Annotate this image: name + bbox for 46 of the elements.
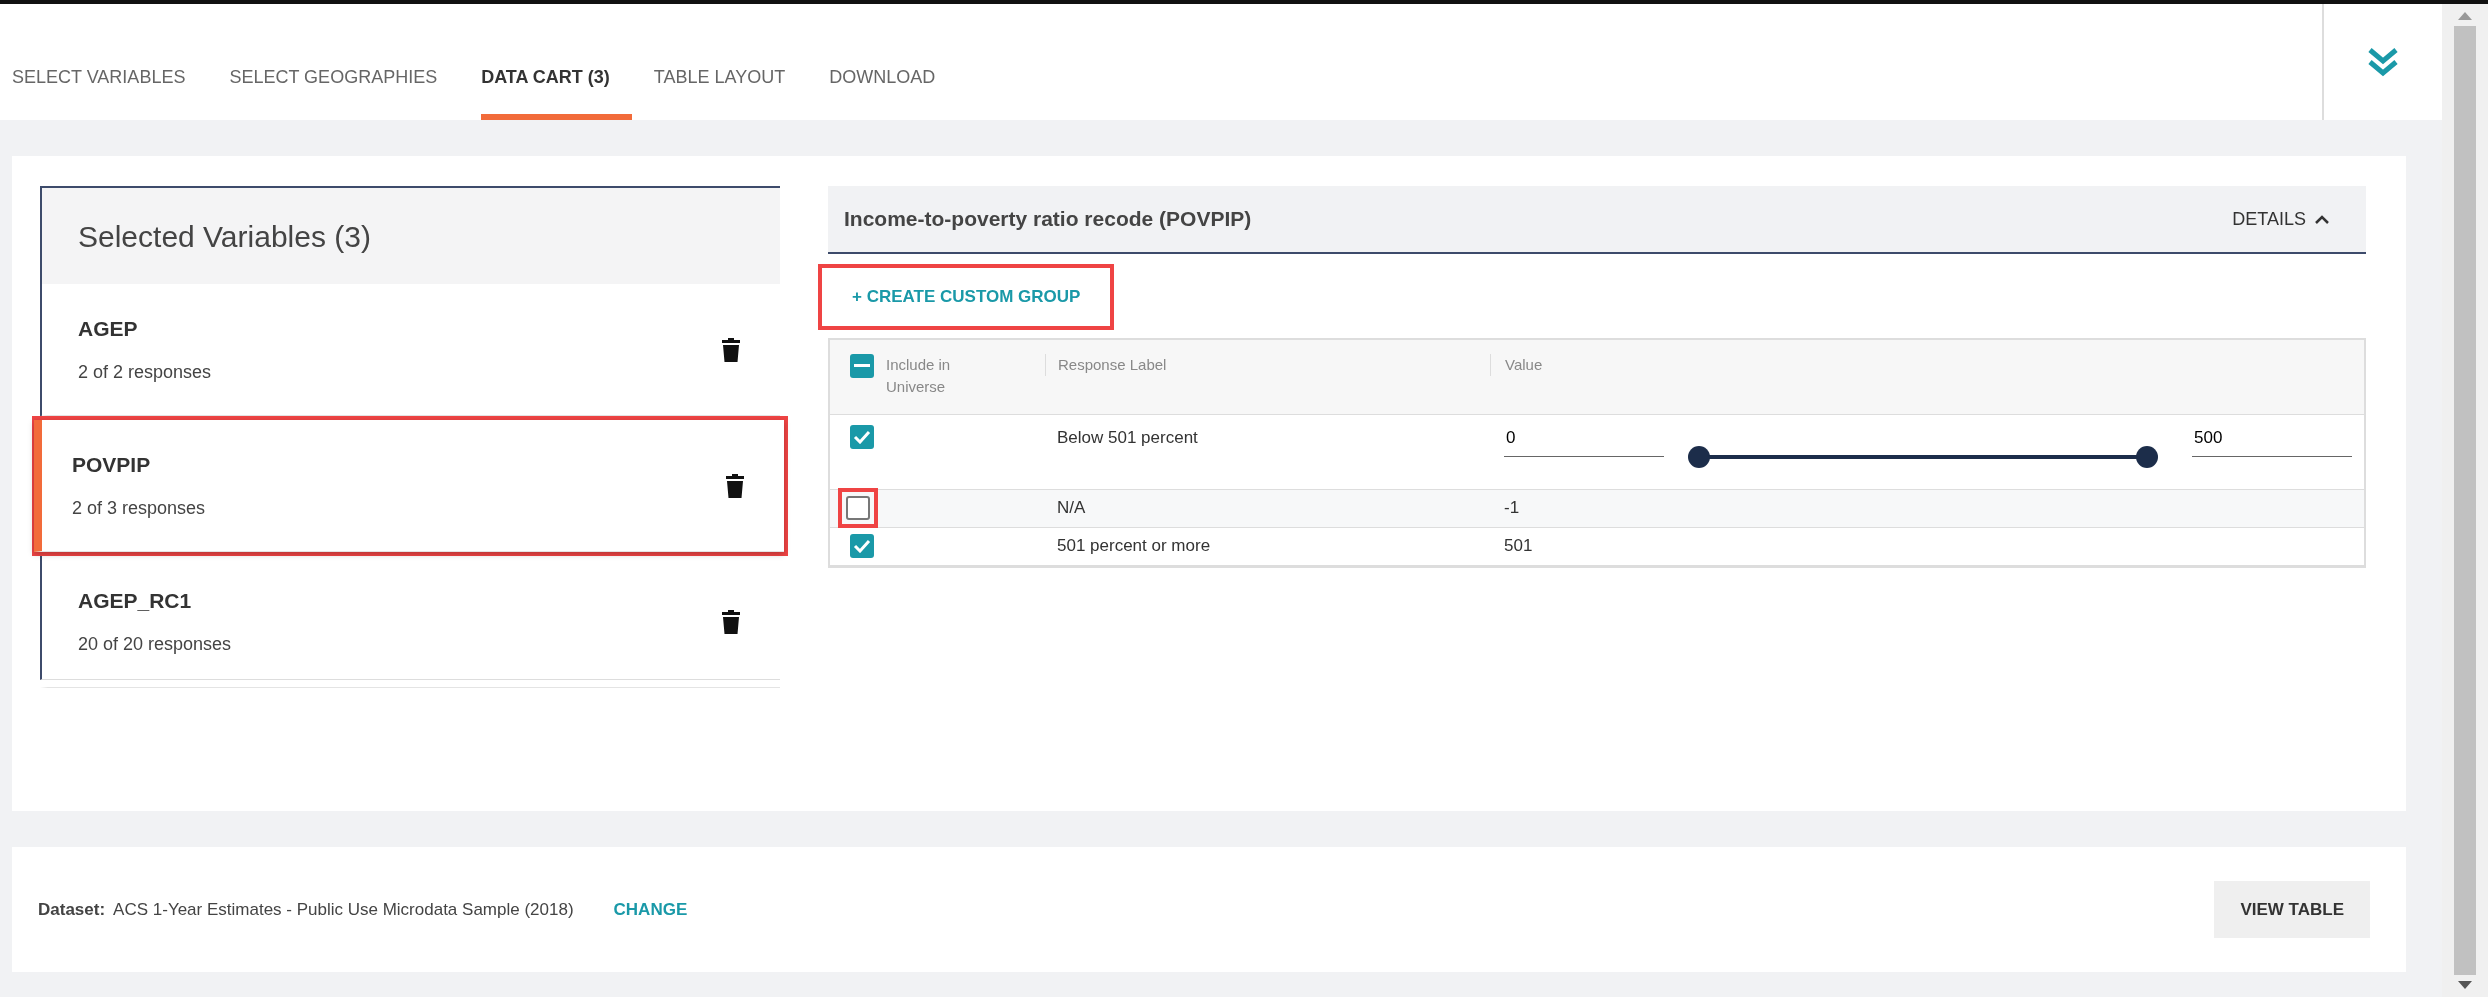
tab[interactable]: SELECT VARIABLES (12, 64, 208, 120)
variable-item[interactable]: POVPIP 2 of 3 responses (34, 420, 784, 552)
tab[interactable]: DOWNLOAD (829, 64, 958, 120)
checkbox[interactable] (846, 496, 870, 520)
response-count: 20 of 20 responses (78, 632, 233, 656)
card-title: Selected Variables (3) (42, 188, 780, 284)
caret-icon (2314, 214, 2330, 224)
scroll-down-icon[interactable] (2458, 981, 2472, 989)
detail-title: Income-to-poverty ratio recode (POVPIP) (844, 206, 1252, 233)
trash-icon[interactable] (722, 337, 740, 362)
check-icon (853, 539, 871, 553)
variable-name: AGEP_RC1 (78, 588, 193, 615)
table-cell: 501 (1504, 536, 1533, 556)
details-button[interactable]: DETAILS (2226, 204, 2336, 234)
checkbox[interactable] (850, 424, 874, 449)
table-cell: -1 (1504, 498, 1520, 518)
table-cell: Below 501 percent (1057, 427, 1198, 447)
variable-name: POVPIP (72, 452, 152, 479)
column-header: Include in Universe (886, 354, 952, 397)
variable-item[interactable]: AGEP_RC1 20 of 20 responses (40, 556, 780, 688)
range-slider[interactable] (1688, 445, 2158, 468)
response-count: 2 of 3 responses (72, 496, 207, 520)
checkbox[interactable] (850, 353, 874, 378)
tab[interactable]: SELECT GEOGRAPHIES (229, 64, 460, 120)
variable-name: AGEP (78, 316, 139, 343)
check-icon (853, 429, 871, 444)
scroll-up-icon[interactable] (2458, 12, 2472, 20)
max-value-field[interactable]: 500 (2192, 424, 2352, 457)
trash-icon[interactable] (722, 609, 740, 634)
table-cell: 501 percent or more (1057, 536, 1211, 556)
trash-icon[interactable] (726, 473, 744, 498)
response-count: 2 of 2 responses (78, 360, 213, 384)
table-cell: N/A (1057, 498, 1086, 518)
minus-icon (854, 364, 870, 367)
min-value-field[interactable]: 0 (1504, 424, 1664, 457)
view-table-button[interactable]: VIEW TABLE (2214, 880, 2370, 939)
variable-item[interactable]: AGEP 2 of 2 responses (40, 284, 780, 416)
double-chevron-icon[interactable] (2367, 47, 2399, 77)
dataset-label: Dataset: (38, 898, 106, 921)
tab[interactable]: TABLE LAYOUT (653, 64, 808, 120)
column-header: Value (1505, 355, 1543, 373)
column-header: Response Label (1058, 355, 1167, 373)
scrollbar[interactable] (2442, 4, 2488, 997)
tab[interactable]: DATA CART (3) (481, 64, 632, 120)
checkbox[interactable] (850, 534, 874, 558)
dataset-name: ACS 1-Year Estimates - Public Use Microdata Sample (2018) (113, 898, 574, 921)
